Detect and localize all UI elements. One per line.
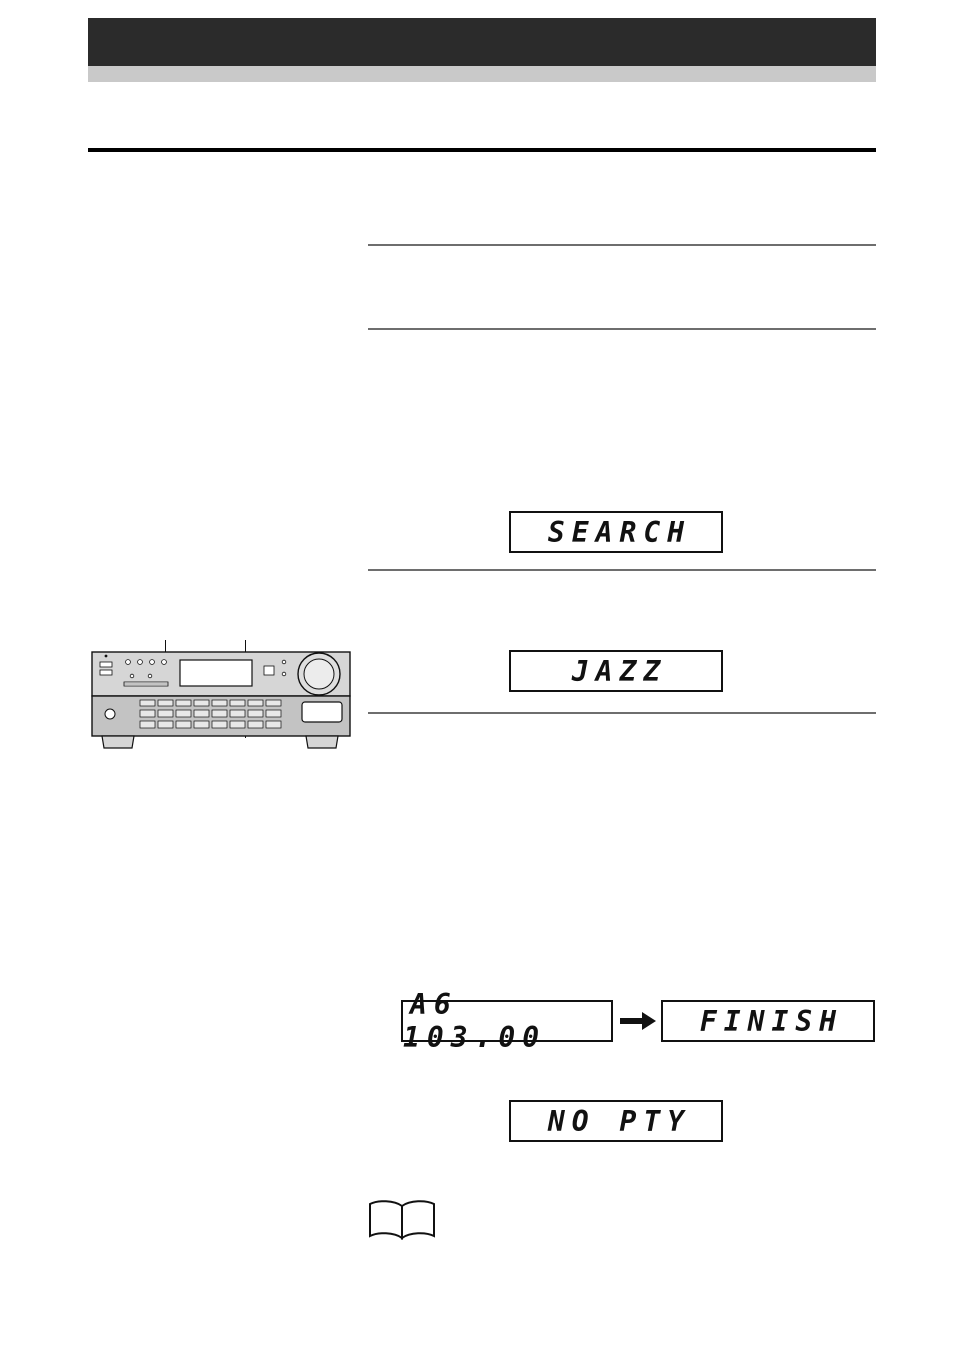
lcd-display-finish: FINISH <box>661 1000 875 1042</box>
section-divider-1 <box>368 244 876 246</box>
document-page: SEARCH JAZZ A6 103.00 FINISH NO PTY <box>0 0 954 1348</box>
header-gray-bar <box>88 66 876 82</box>
lcd-display-jazz: JAZZ <box>509 650 723 692</box>
section-divider-4 <box>368 712 876 714</box>
lcd-display-frequency: A6 103.00 <box>401 988 613 1054</box>
section-divider-3 <box>368 569 876 571</box>
title-rule <box>88 148 876 152</box>
lcd-display-no-pty: NO PTY <box>509 1100 723 1142</box>
book-icon <box>369 1200 435 1240</box>
section-divider-2 <box>368 328 876 330</box>
stereo-receiver-illustration <box>91 651 351 749</box>
right-arrow-icon <box>620 1012 656 1030</box>
lcd-display-search: SEARCH <box>509 511 723 553</box>
header-black-bar <box>88 18 876 66</box>
